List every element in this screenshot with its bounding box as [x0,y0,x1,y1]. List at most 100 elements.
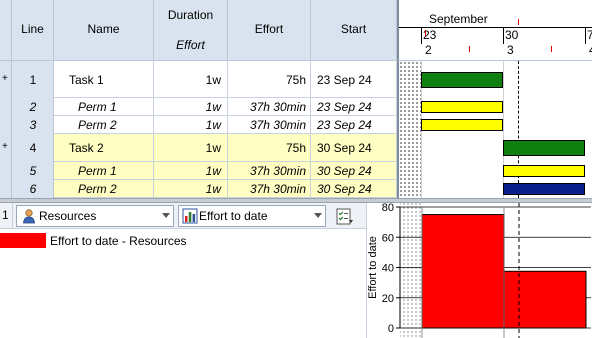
expand-icon[interactable]: + [2,73,8,84]
task-effort-cell[interactable]: 37h 30min [228,162,311,180]
task-name: Perm 2 [78,182,117,196]
task-duration: 1w [205,73,221,87]
task-start: 30 Sep 24 [317,182,372,196]
week-divider-3 [585,28,586,44]
task-name-cell[interactable]: Task 1 [54,61,154,98]
toolbar-line-number: 1 [2,208,9,222]
month-label: September [429,12,488,26]
task-duration: 1w [205,182,221,196]
row-line-number: 1 [29,73,37,87]
gantt-bar[interactable] [503,165,585,177]
task-duration-cell[interactable]: 1w [154,61,228,98]
effort-to-date-combo[interactable]: Effort to date [178,205,326,227]
task-start-cell[interactable]: 30 Sep 24 [311,162,397,180]
task-effort: 75h [285,73,306,87]
week-number-2: 2 [425,43,432,57]
name-column-header[interactable]: Name [54,0,154,61]
row-expander-cell[interactable]: + [0,134,12,162]
gantt-bar[interactable] [421,101,503,113]
row-line-number-cell[interactable]: 1 [12,61,54,98]
row-line-number-cell[interactable]: 3 [12,116,54,134]
row-expander-cell[interactable] [0,162,12,180]
week-gridline [503,61,504,198]
bar-chart-icon [182,208,198,224]
table-row[interactable]: +1 Task 1 1w 75h 23 Sep 24 [0,61,397,98]
checklist-icon [336,208,354,226]
task-effort-cell[interactable]: 37h 30min [228,98,311,116]
row-line-number-cell[interactable]: 6 [12,180,54,198]
row-expander-cell[interactable] [0,98,12,116]
row-expander-cell[interactable]: + [0,61,12,98]
expand-icon[interactable]: + [2,141,8,152]
table-row[interactable]: +4 Task 2 1w 75h 30 Sep 24 [0,134,397,162]
histogram-bar [503,270,587,329]
gantt-bar[interactable] [421,72,503,88]
task-duration: 1w [205,141,221,155]
resources-combo-label: Resources [39,209,97,223]
task-name-cell[interactable]: Perm 2 [54,116,154,134]
task-start: 23 Sep 24 [317,73,372,87]
task-effort-cell[interactable]: 75h [228,134,311,162]
start-column-header[interactable]: Start [311,0,397,61]
task-name-cell[interactable]: Perm 1 [54,98,154,116]
task-name-cell[interactable]: Task 2 [54,134,154,162]
gantt-area[interactable] [397,61,592,198]
task-start-cell[interactable]: 30 Sep 24 [311,134,397,162]
week-label-7: 7 [587,28,592,42]
duration-column-header[interactable]: Duration Effort [154,0,228,61]
row-line-number-cell[interactable]: 4 [12,134,54,162]
start-header-label: Start [340,22,367,36]
task-duration: 1w [205,164,221,178]
task-start-cell[interactable]: 23 Sep 24 [311,98,397,116]
y-tick-label: 40 [382,263,394,275]
row-line-number: 5 [29,164,37,178]
effort-column-header[interactable]: Effort [228,0,311,61]
tick-mark [425,30,426,36]
task-name: Perm 1 [78,164,117,178]
legend-label: Effort to date - Resources [50,234,187,248]
task-duration-cell[interactable]: 1w [154,180,228,198]
histogram-chart-panel: 0 20 40 60 80 Effort to date [366,203,592,338]
task-duration-cell[interactable]: 1w [154,116,228,134]
nonworking-time-shading [400,203,422,338]
y-tick-label: 80 [382,203,394,214]
timescale-header: September 23 30 7 2 3 4 [397,0,592,61]
nonworking-time-shading [399,61,421,198]
task-duration: 1w [205,100,221,114]
chevron-down-icon[interactable] [314,213,322,218]
table-row[interactable]: 2 Perm 1 1w 37h 30min 23 Sep 24 [0,98,397,116]
task-name: Task 1 [69,73,104,87]
histogram-options-button[interactable] [332,205,356,227]
table-row[interactable]: 3 Perm 2 1w 37h 30min 23 Sep 24 [0,116,397,134]
chevron-down-icon[interactable] [162,213,170,218]
gantt-bar[interactable] [503,183,585,195]
task-effort-cell[interactable]: 37h 30min [228,180,311,198]
task-name-cell[interactable]: Perm 2 [54,180,154,198]
task-duration-cell[interactable]: 1w [154,98,228,116]
task-effort: 37h 30min [249,182,306,196]
table-row[interactable]: 5 Perm 1 1w 37h 30min 30 Sep 24 [0,162,397,180]
row-line-number-cell[interactable]: 2 [12,98,54,116]
task-effort: 37h 30min [249,100,306,114]
table-row[interactable]: 6 Perm 2 1w 37h 30min 30 Sep 24 [0,180,397,198]
line-column-header[interactable]: Line [12,0,54,61]
task-duration-cell[interactable]: 1w [154,134,228,162]
task-start-cell[interactable]: 23 Sep 24 [311,61,397,98]
task-duration-cell[interactable]: 1w [154,162,228,180]
resources-combo[interactable]: Resources [16,205,174,227]
task-name-cell[interactable]: Perm 1 [54,162,154,180]
expander-column-header [0,0,12,61]
gantt-bar[interactable] [421,119,503,131]
row-expander-cell[interactable] [0,116,12,134]
task-start-cell[interactable]: 23 Sep 24 [311,116,397,134]
tick-mark [551,46,552,52]
task-start-cell[interactable]: 30 Sep 24 [311,180,397,198]
person-icon [21,208,37,224]
row-expander-cell[interactable] [0,180,12,198]
task-name: Task 2 [69,141,104,155]
row-line-number-cell[interactable]: 5 [12,162,54,180]
task-effort-cell[interactable]: 37h 30min [228,116,311,134]
gantt-bar[interactable] [503,140,585,156]
row-line-number: 4 [29,141,37,155]
task-effort-cell[interactable]: 75h [228,61,311,98]
